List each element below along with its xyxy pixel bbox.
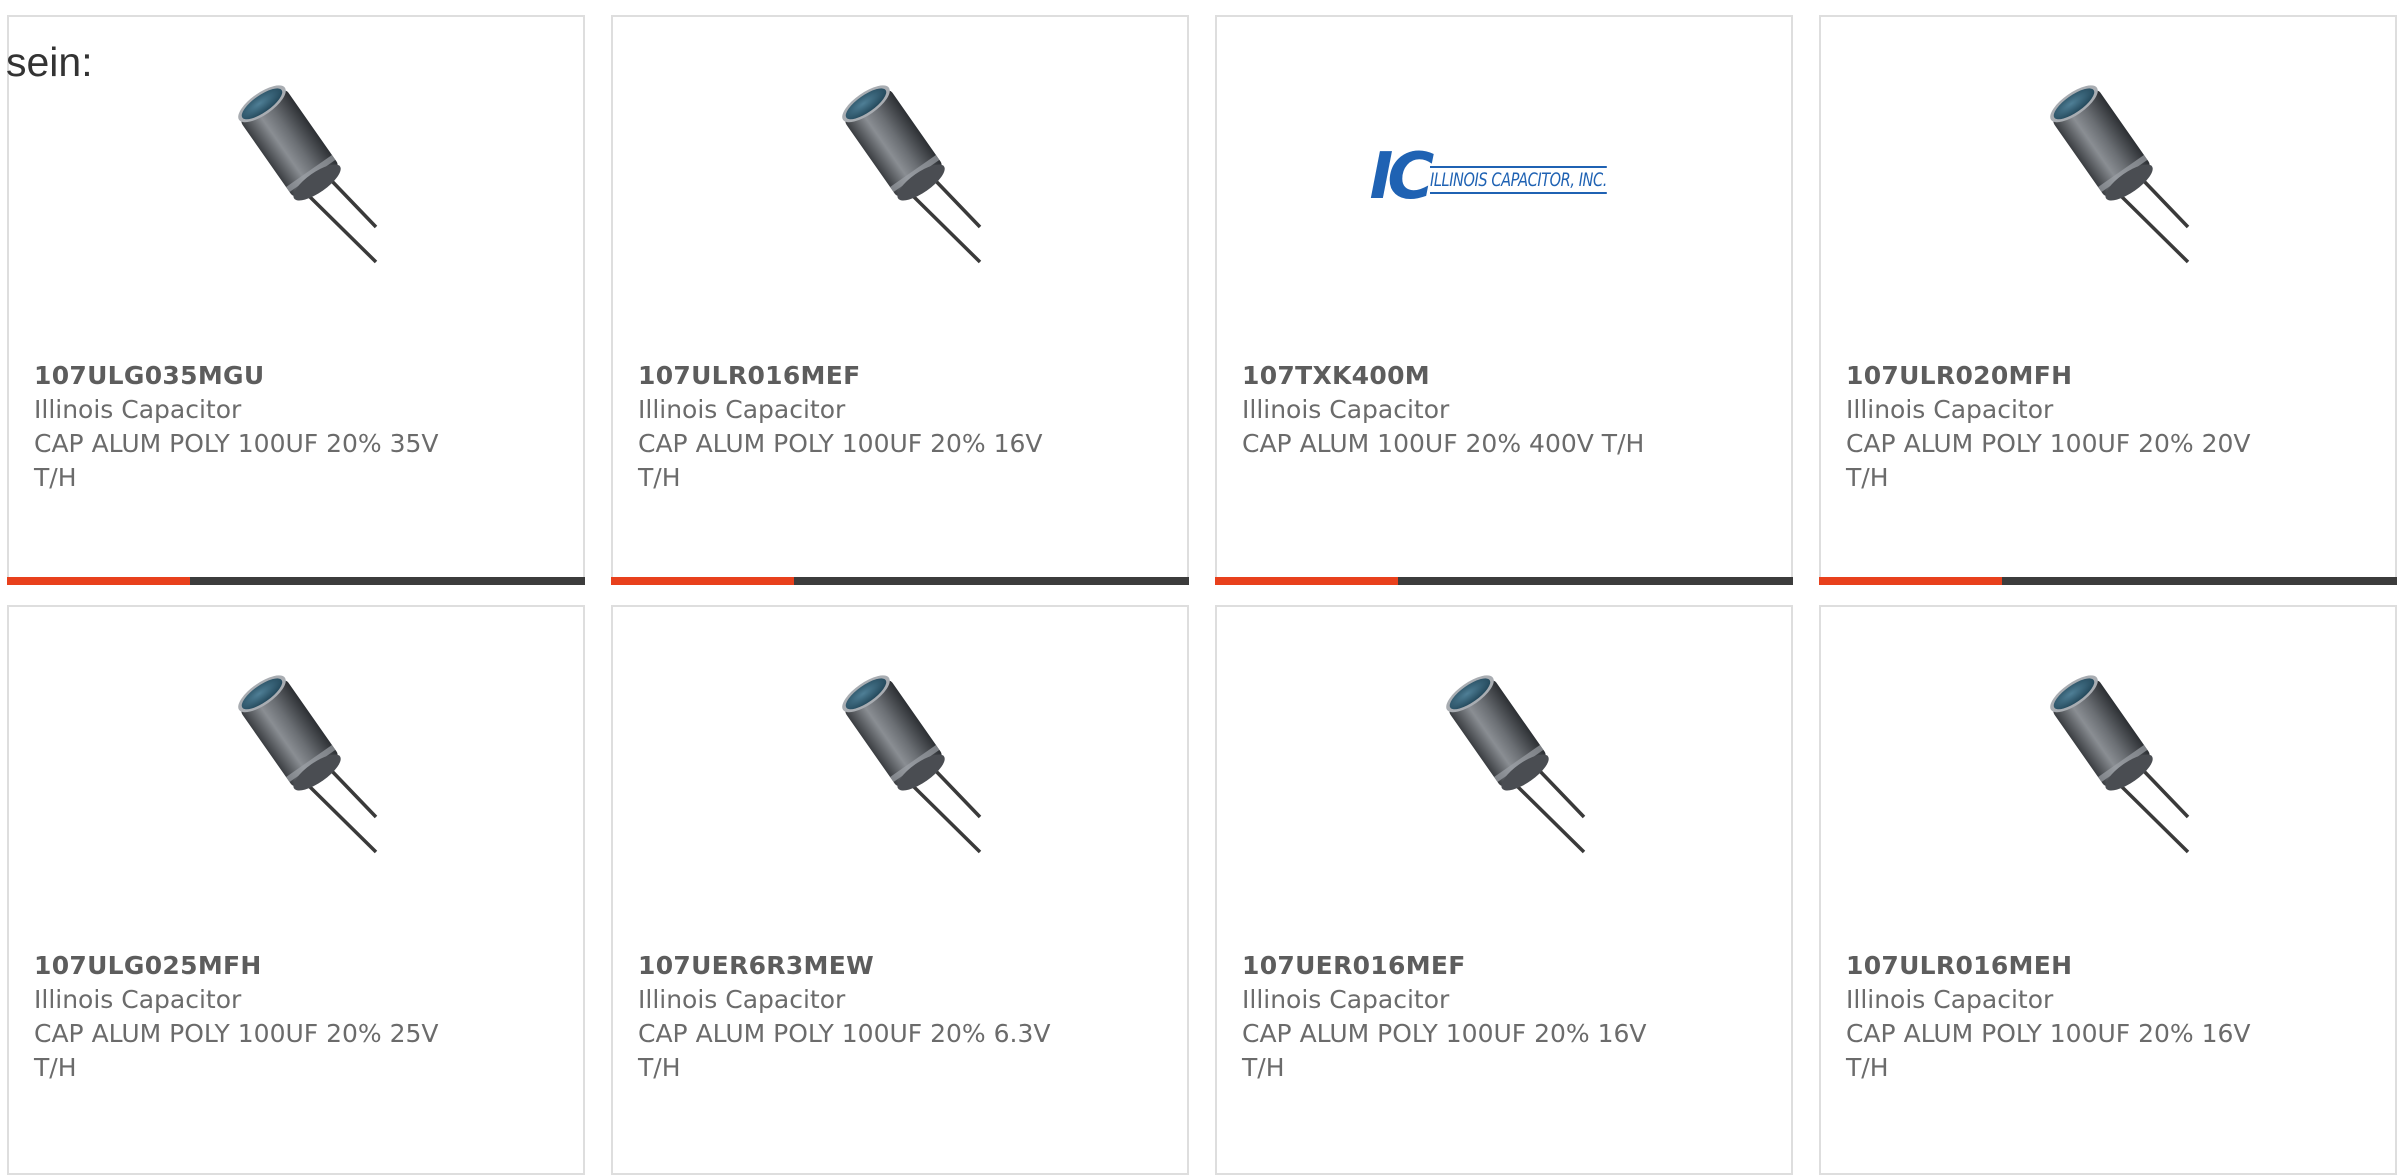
manufacturer-name: Illinois Capacitor <box>1242 395 1450 424</box>
manufacturer-name: Illinois Capacitor <box>638 395 846 424</box>
capacitor-image[interactable] <box>1821 77 2395 277</box>
card-bottom-bar <box>7 577 585 585</box>
product-description: CAP ALUM 100UF 20% 400V T/H <box>1242 429 1645 458</box>
capacitor-image[interactable] <box>9 667 583 867</box>
product-info: 107TXK400M Illinois Capacitor CAP ALUM 1… <box>1242 359 1672 461</box>
manufacturer-name: Illinois Capacitor <box>34 985 242 1014</box>
part-number[interactable]: 107ULR020MFH <box>1846 359 2276 393</box>
product-info: 107ULG025MFH Illinois Capacitor CAP ALUM… <box>34 949 464 1085</box>
capacitor-image[interactable] <box>1217 667 1791 867</box>
card-bottom-bar <box>1819 577 2397 585</box>
manufacturer-name: Illinois Capacitor <box>638 985 846 1014</box>
product-card[interactable]: 107ULG035MGU Illinois Capacitor CAP ALUM… <box>7 15 585 585</box>
product-card[interactable]: 107ULG025MFH Illinois Capacitor CAP ALUM… <box>7 605 585 1175</box>
card-accent-bar <box>611 577 794 585</box>
product-info: 107UER6R3MEW Illinois Capacitor CAP ALUM… <box>638 949 1068 1085</box>
part-number[interactable]: 107ULG025MFH <box>34 949 464 983</box>
card-accent-bar <box>1819 577 2002 585</box>
manufacturer-name: Illinois Capacitor <box>1846 395 2054 424</box>
product-info: 107ULG035MGU Illinois Capacitor CAP ALUM… <box>34 359 464 495</box>
product-card[interactable]: 107UER6R3MEW Illinois Capacitor CAP ALUM… <box>611 605 1189 1175</box>
product-card[interactable]: 107UER016MEF Illinois Capacitor CAP ALUM… <box>1215 605 1793 1175</box>
part-number[interactable]: 107TXK400M <box>1242 359 1672 393</box>
part-number[interactable]: 107ULR016MEF <box>638 359 1068 393</box>
part-number[interactable]: 107ULG035MGU <box>34 359 464 393</box>
card-accent-bar <box>7 577 190 585</box>
product-description: CAP ALUM POLY 100UF 20% 16V T/H <box>1846 1019 2251 1082</box>
manufacturer-name: Illinois Capacitor <box>1242 985 1450 1014</box>
product-info: 107ULR016MEF Illinois Capacitor CAP ALUM… <box>638 359 1068 495</box>
product-info: 107ULR016MEH Illinois Capacitor CAP ALUM… <box>1846 949 2276 1085</box>
logo-letters: IC <box>1369 140 1435 214</box>
product-info: 107UER016MEF Illinois Capacitor CAP ALUM… <box>1242 949 1672 1085</box>
product-description: CAP ALUM POLY 100UF 20% 20V T/H <box>1846 429 2251 492</box>
product-card[interactable]: IC ILLINOIS CAPACITOR, INC. 107TXK400M I… <box>1215 15 1793 585</box>
logo-text: ILLINOIS CAPACITOR, INC. <box>1430 166 1608 194</box>
product-card[interactable]: 107ULR020MFH Illinois Capacitor CAP ALUM… <box>1819 15 2397 585</box>
card-accent-bar <box>1215 577 1398 585</box>
product-description: CAP ALUM POLY 100UF 20% 16V T/H <box>638 429 1043 492</box>
illinois-capacitor-logo: IC ILLINOIS CAPACITOR, INC. <box>1370 145 1639 209</box>
part-number[interactable]: 107UER6R3MEW <box>638 949 1068 983</box>
manufacturer-name: Illinois Capacitor <box>34 395 242 424</box>
card-bottom-bar <box>611 577 1189 585</box>
product-description: CAP ALUM POLY 100UF 20% 6.3V T/H <box>638 1019 1051 1082</box>
part-number[interactable]: 107ULR016MEH <box>1846 949 2276 983</box>
manufacturer-logo[interactable]: IC ILLINOIS CAPACITOR, INC. <box>1217 77 1791 277</box>
product-card[interactable]: 107ULR016MEH Illinois Capacitor CAP ALUM… <box>1819 605 2397 1175</box>
capacitor-image[interactable] <box>9 77 583 277</box>
product-description: CAP ALUM POLY 100UF 20% 25V T/H <box>34 1019 439 1082</box>
card-bottom-bar <box>1215 577 1793 585</box>
part-number[interactable]: 107UER016MEF <box>1242 949 1672 983</box>
capacitor-image[interactable] <box>613 667 1187 867</box>
product-description: CAP ALUM POLY 100UF 20% 16V T/H <box>1242 1019 1647 1082</box>
product-info: 107ULR020MFH Illinois Capacitor CAP ALUM… <box>1846 359 2276 495</box>
product-description: CAP ALUM POLY 100UF 20% 35V T/H <box>34 429 439 492</box>
manufacturer-name: Illinois Capacitor <box>1846 985 2054 1014</box>
capacitor-image[interactable] <box>1821 667 2395 867</box>
capacitor-image[interactable] <box>613 77 1187 277</box>
intro-text: sein: <box>6 39 93 85</box>
product-card[interactable]: 107ULR016MEF Illinois Capacitor CAP ALUM… <box>611 15 1189 585</box>
